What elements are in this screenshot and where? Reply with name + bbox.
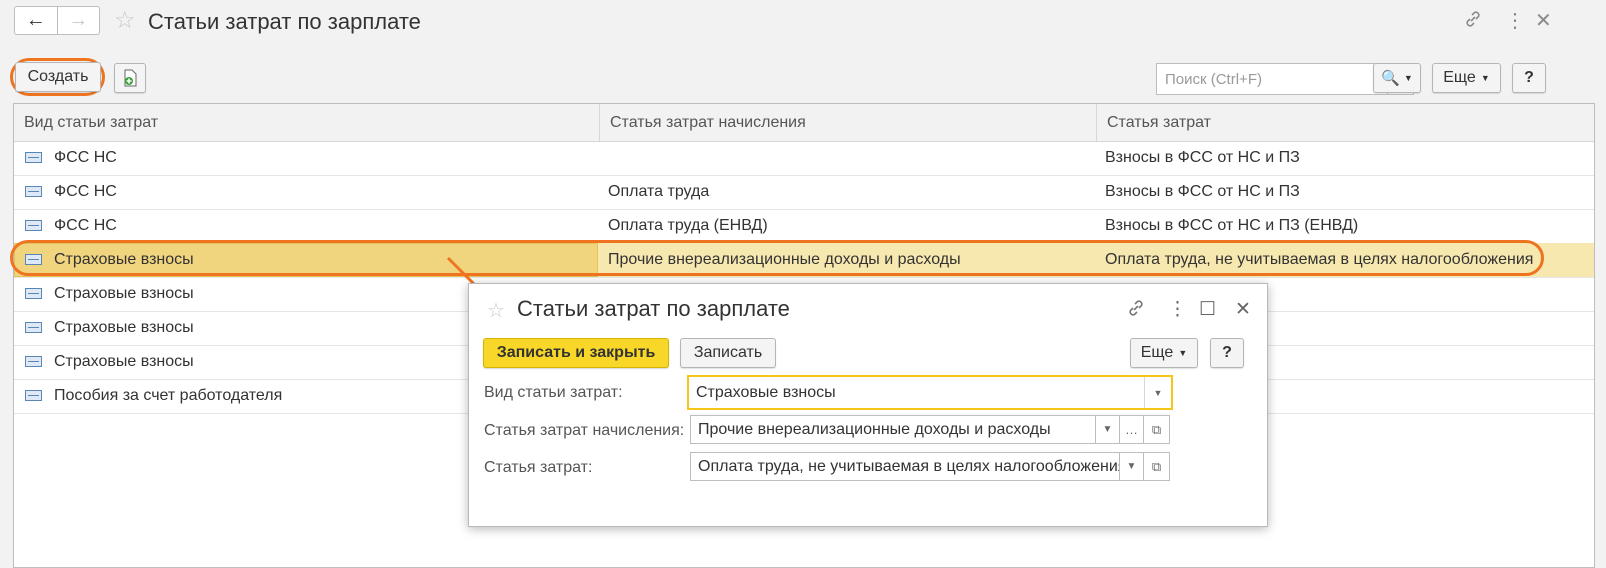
select-ellipsis-button[interactable]: …	[1120, 415, 1144, 444]
arrow-right-icon: →	[68, 9, 89, 31]
back-button[interactable]: ←	[15, 7, 57, 34]
search-options-button[interactable]: 🔍 ▼	[1373, 63, 1421, 93]
close-icon[interactable]: ✕	[1235, 298, 1251, 321]
close-icon[interactable]: ✕	[1535, 9, 1552, 33]
cost-type-cell: ФСС НС	[54, 183, 117, 200]
chevron-down-icon[interactable]: ▼	[1120, 452, 1144, 481]
favorite-star-icon[interactable]: ☆	[487, 298, 505, 323]
catalog-item-icon	[25, 322, 42, 333]
catalog-item-icon	[25, 152, 42, 163]
help-button[interactable]: ?	[1512, 63, 1546, 93]
cost-type-cell: ФСС НС	[54, 149, 117, 166]
column-header-accrual-cost-item[interactable]: Статья затрат начисления	[599, 104, 1096, 141]
save-button[interactable]: Записать	[680, 338, 776, 368]
navigation-group: ← →	[14, 6, 100, 35]
cost-type-value: Страховые взносы	[696, 383, 836, 401]
accrual-cost-item-cell: Оплата труда (ЕНВД)	[608, 217, 768, 234]
maximize-icon[interactable]: ☐	[1199, 298, 1216, 321]
catalog-item-icon	[25, 220, 42, 231]
page-title: Статьи затрат по зарплате	[148, 9, 421, 34]
accrual-cost-item-label: Статья затрат начисления:	[484, 422, 685, 439]
cost-item-field[interactable]: Оплата труда, не учитываемая в целях нал…	[690, 452, 1120, 481]
link-icon[interactable]	[1126, 298, 1146, 324]
accrual-cost-item-field[interactable]: Прочие внереализационные доходы и расход…	[690, 415, 1096, 444]
column-header-cost-item[interactable]: Статья затрат	[1096, 104, 1596, 141]
search-input[interactable]: Поиск (Ctrl+F)	[1156, 63, 1388, 95]
cost-type-field[interactable]: Страховые взносы ▼	[687, 375, 1173, 410]
open-item-icon[interactable]: ⧉	[1144, 452, 1170, 481]
cost-item-cell: Взносы в ФСС от НС и ПЗ	[1105, 183, 1300, 200]
arrow-left-icon: ←	[25, 9, 46, 31]
cost-type-cell: ФСС НС	[54, 217, 117, 234]
save-and-close-button[interactable]: Записать и закрыть	[483, 338, 669, 368]
more-vertical-icon[interactable]: ⋮	[1505, 9, 1525, 33]
magnifier-icon: 🔍	[1381, 70, 1400, 87]
dialog-title: Статьи затрат по зарплате	[517, 296, 790, 321]
table-row[interactable]: ФСС НС Оплата труда (ЕНВД) Взносы в ФСС от…	[14, 209, 1594, 244]
more-button[interactable]: Еще ▼	[1432, 63, 1501, 93]
table-row[interactable]: ФСС НС Взносы в ФСС от НС и ПЗ	[14, 141, 1594, 176]
accrual-cost-item-cell	[608, 141, 1088, 175]
cost-item-cell: Взносы в ФСС от НС и ПЗ	[1105, 149, 1300, 166]
cost-item-label: Статья затрат:	[484, 459, 593, 476]
cost-item-cell: Взносы в ФСС от НС и ПЗ (ЕНВД)	[1105, 217, 1359, 234]
chevron-down-icon: ▼	[1480, 73, 1490, 83]
more-label: Еще	[1140, 344, 1174, 361]
dialog-help-button[interactable]: ?	[1210, 338, 1244, 368]
chevron-down-icon: ▼	[1178, 348, 1188, 358]
column-header-cost-type[interactable]: Вид статьи затрат	[14, 104, 599, 141]
selected-row-highlight	[10, 240, 1544, 276]
dialog-more-button[interactable]: Еще ▼	[1130, 338, 1198, 368]
table-header: Вид статьи затрат Статья затрат начислен…	[14, 104, 1594, 142]
catalog-item-icon	[25, 288, 42, 299]
favorite-star-icon[interactable]: ☆	[114, 8, 136, 34]
more-label: Еще	[1443, 69, 1476, 86]
create-button[interactable]: Создать	[15, 62, 101, 92]
table-row[interactable]: ФСС НС Оплата труда Взносы в ФСС от НС и П…	[14, 175, 1594, 210]
catalog-item-icon	[25, 356, 42, 367]
edit-dialog: ☆ Статьи затрат по зарплате ⋮ ☐ ✕ Записа…	[468, 283, 1268, 527]
more-vertical-icon[interactable]: ⋮	[1168, 298, 1187, 321]
accrual-cost-item-cell: Оплата труда	[608, 183, 710, 200]
forward-button[interactable]: →	[56, 7, 100, 34]
chevron-down-icon: ▼	[1403, 73, 1413, 83]
copy-document-button[interactable]	[114, 63, 146, 93]
catalog-item-icon	[25, 186, 42, 197]
chevron-down-icon[interactable]: ▼	[1096, 415, 1120, 444]
cost-type-label: Вид статьи затрат:	[484, 384, 623, 401]
link-icon[interactable]	[1463, 9, 1483, 35]
open-item-icon[interactable]: ⧉	[1144, 415, 1170, 444]
add-document-icon	[124, 69, 137, 87]
chevron-down-icon[interactable]: ▼	[1144, 377, 1171, 408]
catalog-item-icon	[25, 390, 42, 401]
